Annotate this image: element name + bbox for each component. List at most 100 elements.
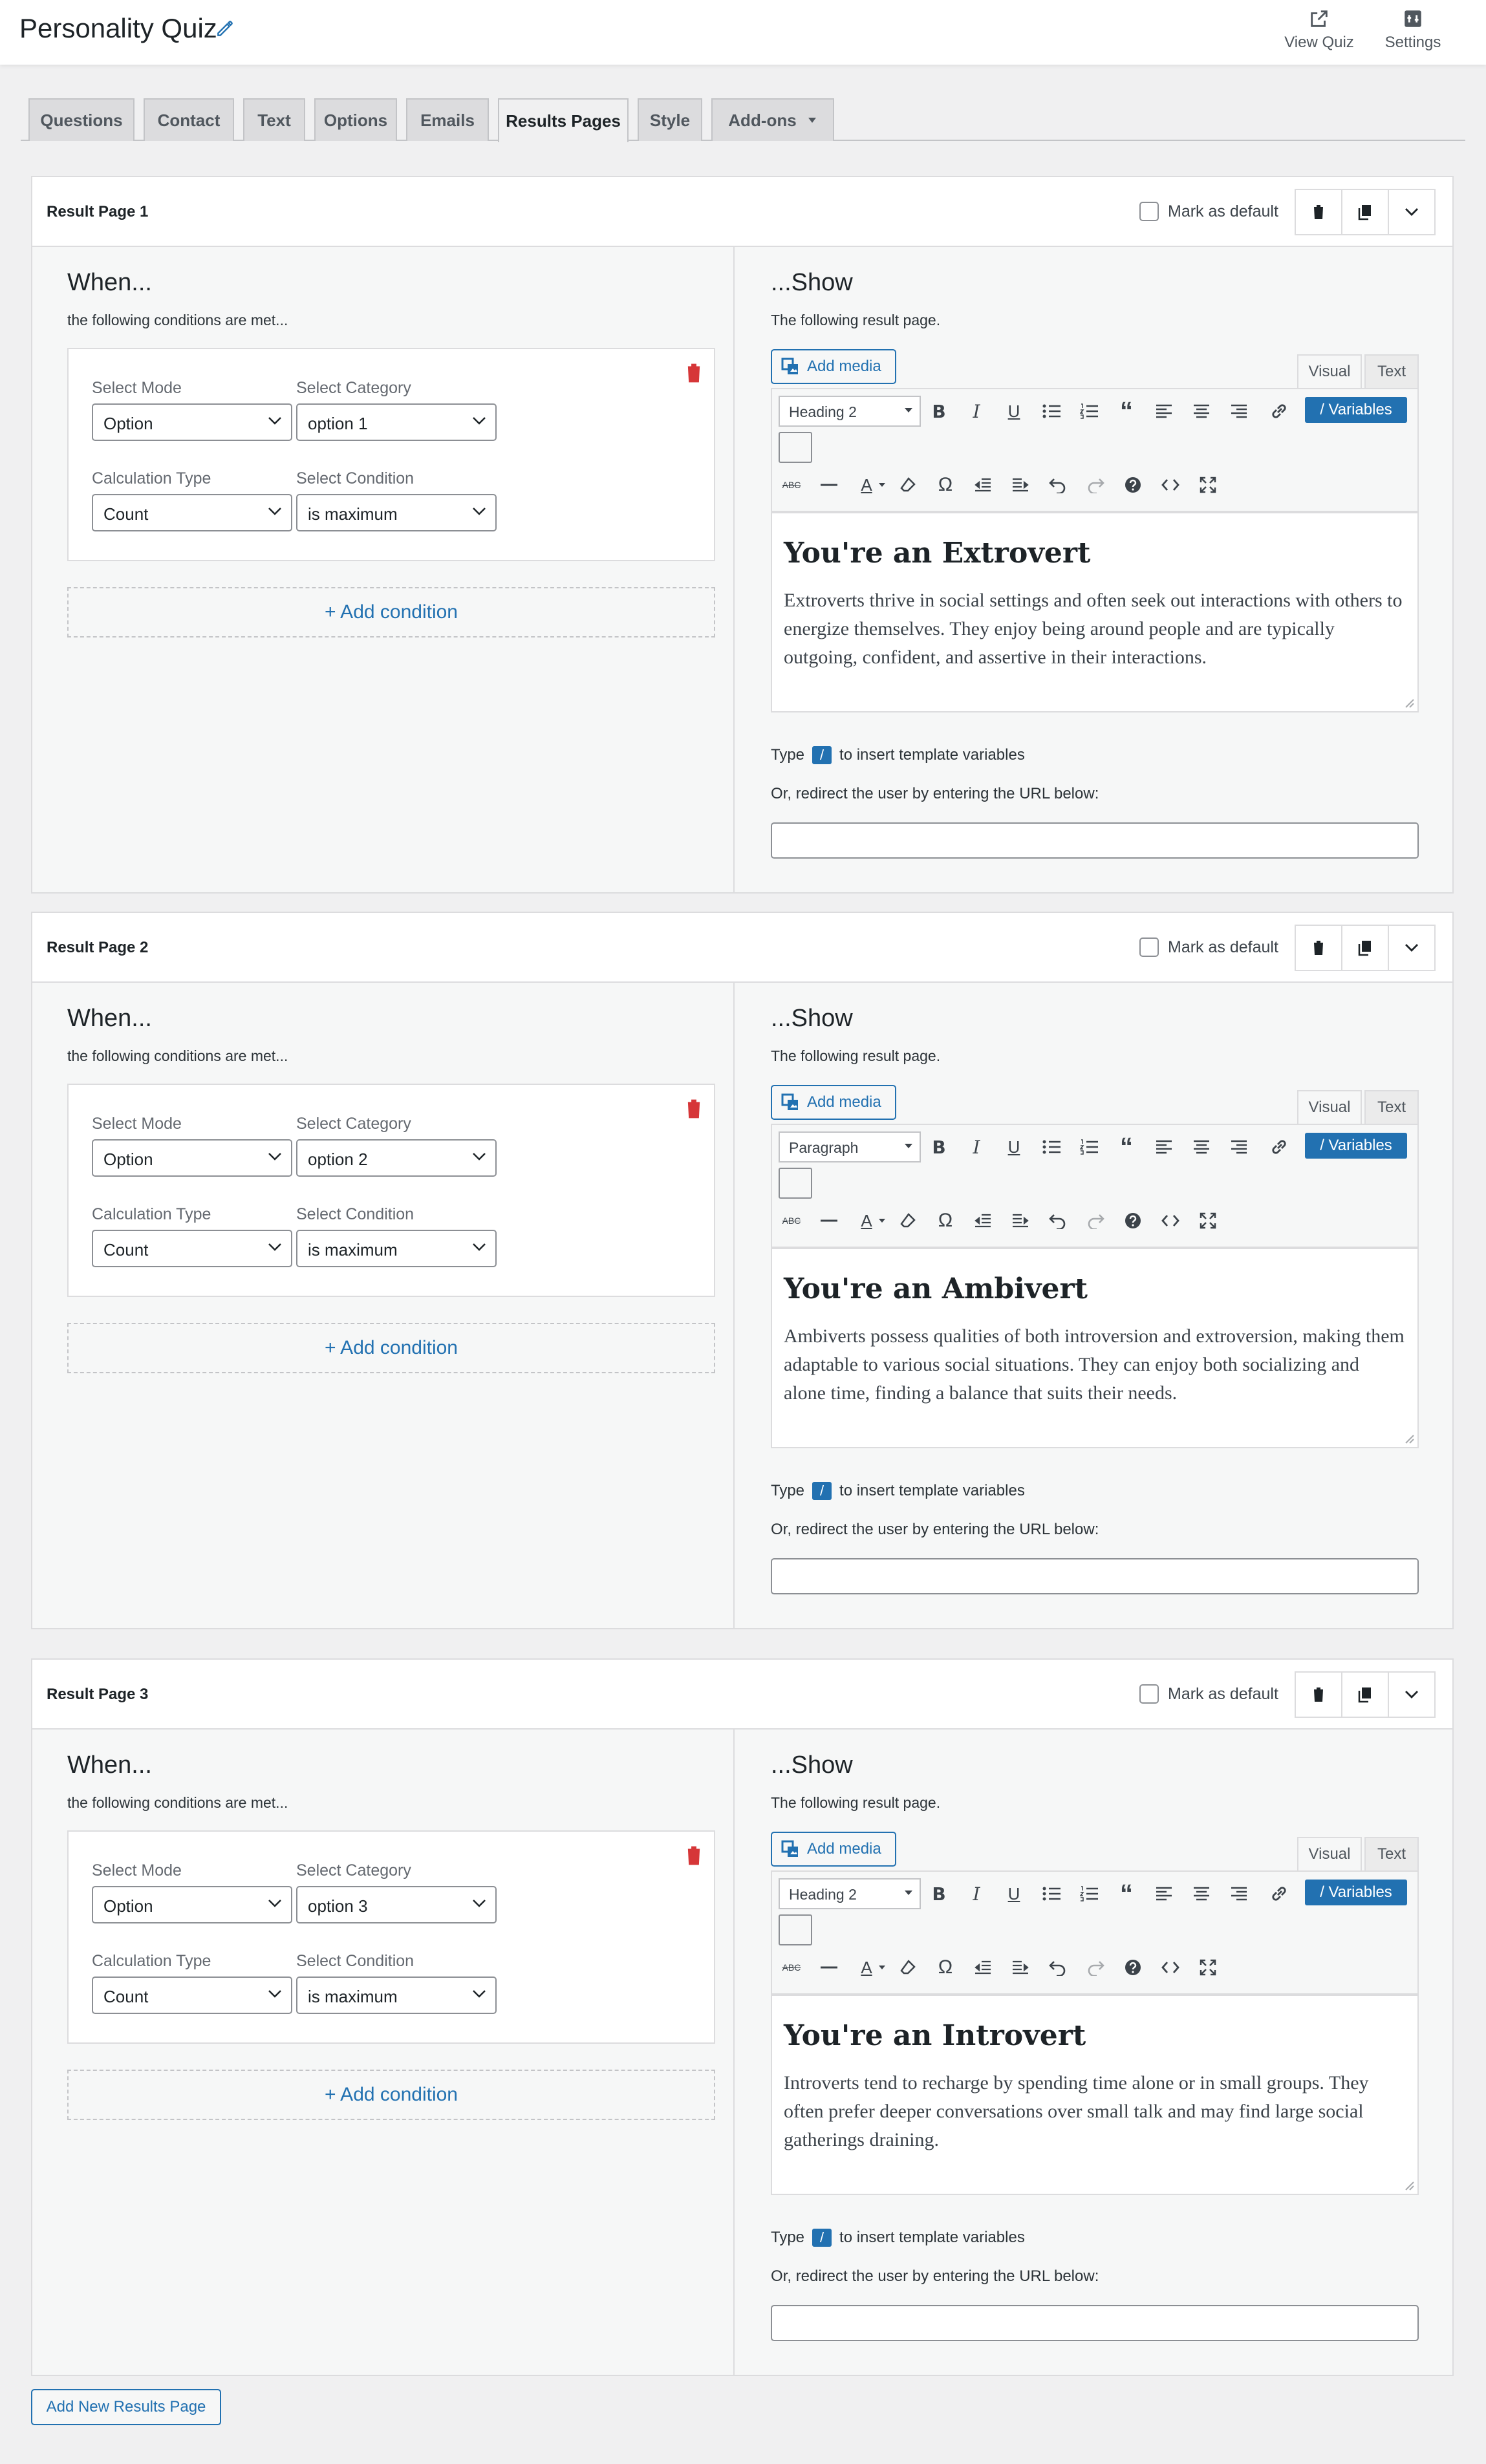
undo-icon[interactable] (1045, 1208, 1071, 1234)
bullet-list-icon[interactable] (1039, 1881, 1064, 1907)
indent-icon[interactable] (1007, 472, 1033, 498)
bullet-list-icon[interactable] (1039, 1134, 1064, 1160)
visual-tab[interactable]: Visual (1297, 1837, 1362, 1872)
special-character-icon[interactable]: Ω (932, 1208, 958, 1234)
calculation-type-dropdown[interactable]: Count (92, 1977, 292, 2014)
mark-default-checkbox[interactable]: Mark as default (1139, 202, 1278, 221)
clear-format-icon[interactable] (895, 1955, 921, 1980)
text-color-caret-icon[interactable] (876, 1955, 888, 1980)
indent-icon[interactable] (1007, 1208, 1033, 1234)
align-left-icon[interactable] (1151, 398, 1177, 424)
mark-default-checkbox[interactable]: Mark as default (1139, 937, 1278, 957)
duplicate-result-button[interactable] (1341, 189, 1389, 235)
redirect-url-input[interactable] (771, 2305, 1419, 2341)
checkbox-box[interactable] (1139, 202, 1159, 221)
outdent-icon[interactable] (970, 472, 996, 498)
fullscreen-icon[interactable] (1195, 1208, 1221, 1234)
horizontal-line-icon[interactable] (816, 472, 842, 498)
underline-icon[interactable]: U (1001, 1134, 1027, 1160)
select-category-dropdown[interactable]: option 3 (296, 1886, 497, 1923)
add-condition-button[interactable]: + Add condition (67, 587, 715, 637)
resize-handle-icon[interactable] (1403, 1433, 1415, 1444)
select-condition-dropdown[interactable]: is maximum (296, 1230, 497, 1267)
calculation-type-dropdown[interactable]: Count (92, 1230, 292, 1267)
format-select[interactable]: Heading 2 (779, 396, 921, 427)
redo-icon[interactable] (1082, 472, 1108, 498)
select-category-dropdown[interactable]: option 2 (296, 1139, 497, 1177)
strikethrough-icon[interactable]: ABC (779, 472, 804, 498)
help-icon[interactable] (1120, 1208, 1146, 1234)
editor-content[interactable]: You're an Extrovert Extroverts thrive in… (771, 512, 1419, 712)
bullet-list-icon[interactable] (1039, 398, 1064, 424)
select-condition-dropdown[interactable]: is maximum (296, 494, 497, 531)
bold-icon[interactable]: B (926, 1881, 952, 1907)
add-media-button[interactable]: Add media (771, 1085, 896, 1120)
italic-icon[interactable]: I (964, 1134, 989, 1160)
blockquote-icon[interactable]: “ (1114, 397, 1139, 425)
visual-tab[interactable]: Visual (1297, 354, 1362, 389)
add-condition-button[interactable]: + Add condition (67, 2070, 715, 2120)
redirect-url-input[interactable] (771, 822, 1419, 859)
outdent-icon[interactable] (970, 1955, 996, 1980)
undo-icon[interactable] (1045, 1955, 1071, 1980)
resize-handle-icon[interactable] (1403, 2180, 1415, 2191)
clear-format-icon[interactable] (895, 472, 921, 498)
text-tab[interactable]: Text (1364, 1090, 1419, 1125)
indent-icon[interactable] (1007, 1955, 1033, 1980)
tab-questions[interactable]: Questions (28, 98, 135, 141)
text-tab[interactable]: Text (1364, 1837, 1419, 1872)
variables-button[interactable]: / Variables (1305, 397, 1407, 423)
code-icon[interactable] (1158, 1955, 1183, 1980)
editor-content[interactable]: You're an Ambivert Ambiverts possess qua… (771, 1248, 1419, 1448)
variables-button[interactable]: / Variables (1305, 1133, 1407, 1159)
underline-icon[interactable]: U (1001, 1881, 1027, 1907)
calculation-type-dropdown[interactable]: Count (92, 494, 292, 531)
tab-results-pages[interactable]: Results Pages (498, 98, 629, 142)
checkbox-box[interactable] (1139, 1684, 1159, 1704)
text-color-caret-icon[interactable] (876, 1208, 888, 1234)
tab-emails[interactable]: Emails (406, 98, 489, 141)
add-new-results-page-button[interactable]: Add New Results Page (31, 2389, 221, 2425)
code-icon[interactable] (1158, 1208, 1183, 1234)
delete-condition-icon[interactable] (684, 362, 704, 384)
delete-condition-icon[interactable] (684, 1098, 704, 1120)
color-swatch[interactable] (779, 1168, 812, 1199)
redo-icon[interactable] (1082, 1208, 1108, 1234)
tab-options[interactable]: Options (314, 98, 397, 141)
outdent-icon[interactable] (970, 1208, 996, 1234)
collapse-result-button[interactable] (1388, 189, 1436, 235)
redo-icon[interactable] (1082, 1955, 1108, 1980)
collapse-result-button[interactable] (1388, 925, 1436, 971)
duplicate-result-button[interactable] (1341, 1671, 1389, 1718)
delete-condition-icon[interactable] (684, 1845, 704, 1867)
strikethrough-icon[interactable]: ABC (779, 1208, 804, 1234)
add-media-button[interactable]: Add media (771, 349, 896, 384)
blockquote-icon[interactable]: “ (1114, 1133, 1139, 1161)
text-color-caret-icon[interactable] (876, 472, 888, 498)
select-mode-dropdown[interactable]: Option (92, 403, 292, 441)
checkbox-box[interactable] (1139, 937, 1159, 957)
special-character-icon[interactable]: Ω (932, 1955, 958, 1980)
align-center-icon[interactable] (1189, 1134, 1214, 1160)
strikethrough-icon[interactable]: ABC (779, 1955, 804, 1980)
visual-tab[interactable]: Visual (1297, 1090, 1362, 1125)
code-icon[interactable] (1158, 472, 1183, 498)
editor-content[interactable]: You're an Introvert Introverts tend to r… (771, 1995, 1419, 2195)
align-left-icon[interactable] (1151, 1881, 1177, 1907)
link-icon[interactable] (1266, 398, 1292, 424)
select-category-dropdown[interactable]: option 1 (296, 403, 497, 441)
horizontal-line-icon[interactable] (816, 1208, 842, 1234)
align-center-icon[interactable] (1189, 398, 1214, 424)
variables-button[interactable]: / Variables (1305, 1880, 1407, 1905)
align-center-icon[interactable] (1189, 1881, 1214, 1907)
resize-handle-icon[interactable] (1403, 697, 1415, 709)
fullscreen-icon[interactable] (1195, 472, 1221, 498)
horizontal-line-icon[interactable] (816, 1955, 842, 1980)
delete-result-button[interactable] (1295, 1671, 1342, 1718)
tab-add-ons[interactable]: Add-ons (711, 98, 834, 141)
help-icon[interactable] (1120, 472, 1146, 498)
format-select[interactable]: Heading 2 (779, 1878, 921, 1909)
italic-icon[interactable]: I (964, 398, 989, 424)
tab-style[interactable]: Style (638, 98, 702, 141)
collapse-result-button[interactable] (1388, 1671, 1436, 1718)
